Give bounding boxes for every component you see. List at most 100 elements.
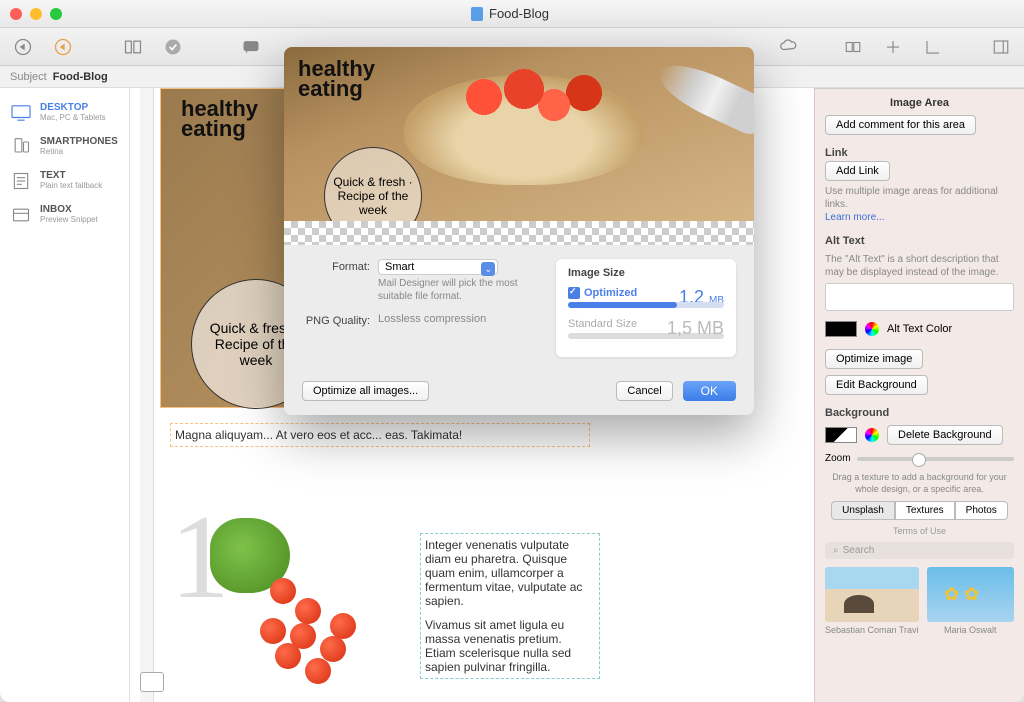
bg-section-label: Background [815,401,1024,421]
chevron-down-icon: ⌄ [484,264,492,275]
tomato-icon [305,658,331,684]
device-label: DESKTOP [40,102,106,113]
toolbar-check-icon[interactable] [160,35,186,59]
search-icon: ⌕ [833,545,839,556]
delete-background-button[interactable]: Delete Background [887,425,1003,445]
alt-help-text: The "Alt Text" is a short description th… [825,253,1014,279]
color-wheel-icon[interactable] [865,428,879,442]
window-title: Food-Blog [62,6,958,21]
traffic-lights[interactable] [10,8,62,20]
titlebar: Food-Blog [0,0,1024,28]
check-icon [568,287,580,299]
device-panel: DESKTOPMac, PC & Tablets SMARTPHONESReti… [0,66,130,702]
toolbar-cloud-icon[interactable] [776,35,802,59]
right-text-column[interactable]: Integer venenatis vulputate diam eu phar… [420,533,600,679]
alt-text-input[interactable] [825,283,1014,311]
thumb-image [927,567,1014,622]
optimize-all-button[interactable]: Optimize all images... [302,381,429,401]
bg-source-tabs: Unsplash Textures Photos [815,499,1024,522]
maximize-icon[interactable] [50,8,62,20]
transparency-grid [284,221,754,245]
tomato-icon [270,578,296,604]
color-wheel-icon[interactable] [865,322,879,336]
document-icon [471,7,483,21]
vegetable-image[interactable] [200,518,400,698]
paragraph: Vivamus sit amet ligula eu massa venenat… [425,618,595,674]
image-size-card: Image Size 1,2 MB Optimized 1,5 MB Stand… [556,259,736,357]
toolbar-align-icon[interactable] [840,35,866,59]
png-quality-value: Lossless compression [378,313,486,325]
device-sub: Preview Snippet [40,215,98,224]
standard-size: 1,5 MB [667,318,724,339]
drag-help-text: Drag a texture to add a background for y… [815,468,1024,499]
tab-photos[interactable]: Photos [955,501,1008,520]
optimize-image-button[interactable]: Optimize image [825,349,923,369]
device-sub: Mac, PC & Tablets [40,113,106,122]
ruler [140,88,154,702]
toolbar-send-icon[interactable] [10,35,36,59]
toolbar-layout-icon[interactable] [120,35,146,59]
toolbar-comment-icon[interactable] [238,35,264,59]
optimized-label: Optimized [568,287,679,299]
link-help-text: Use multiple image areas for additional … [825,185,1014,211]
learn-more-link[interactable]: Learn more... [825,212,884,223]
toolbar-inspector-icon[interactable] [988,35,1014,59]
tomato-icon [320,636,346,662]
alt-color-swatch[interactable] [825,321,857,337]
subject-value[interactable]: Food-Blog [53,71,108,83]
terms-link[interactable]: Terms of Use [815,522,1024,540]
thumb-label: Sebastian Coman Travi [825,622,919,635]
close-icon[interactable] [10,8,22,20]
spoon-illustration [651,54,754,141]
hero-title: healthyeating [181,99,258,139]
device-phones[interactable]: SMARTPHONESRetina [0,130,129,164]
ok-button[interactable]: OK [683,381,736,401]
toolbar-test-icon[interactable] [50,35,76,59]
toolbar-add-icon[interactable] [880,35,906,59]
window-title-text: Food-Blog [489,6,549,21]
tomato-icon [275,643,301,669]
subject-label: Subject [10,71,47,83]
device-inbox[interactable]: INBOXPreview Snippet [0,198,129,232]
minimize-icon[interactable] [30,8,42,20]
cancel-button[interactable]: Cancel [616,381,672,401]
add-link-button[interactable]: Add Link [825,161,890,181]
bg-swatch[interactable] [825,427,857,443]
paragraph: Integer venenatis vulputate diam eu phar… [425,538,595,608]
tomato-icon [330,613,356,639]
zoom-label: Zoom [825,453,851,464]
text-icon [10,170,32,192]
lorem-text-block[interactable]: Magna aliquyam... At vero eos et acc... … [170,423,590,447]
bg-thumb-1[interactable]: Sebastian Coman Travi [825,567,919,635]
link-section-label: Link [815,141,1024,161]
image-size-title: Image Size [568,267,724,279]
inspector-panel: Contents Style Teamwork Image Area Add c… [814,66,1024,702]
device-sub: Retina [40,147,118,156]
device-text[interactable]: TEXTPlain text fallback [0,164,129,198]
inbox-icon [10,204,32,226]
add-comment-button[interactable]: Add comment for this area [825,115,976,135]
device-desktop[interactable]: DESKTOPMac, PC & Tablets [0,96,129,130]
modal-preview-image: healthyeating Quick & fresh · Recipe of … [284,47,754,245]
tab-unsplash[interactable]: Unsplash [831,501,895,520]
thumb-label: Maria Oswalt [927,622,1014,635]
device-label: SMARTPHONES [40,136,118,147]
alt-section-label: Alt Text [815,229,1024,249]
format-select[interactable]: Smart⌄ [378,259,498,275]
search-placeholder: Search [843,545,875,556]
tomato-icon [295,598,321,624]
optimize-image-dialog: healthyeating Quick & fresh · Recipe of … [284,47,754,415]
edit-background-button[interactable]: Edit Background [825,375,928,395]
format-help: Mail Designer will pick the most suitabl… [378,275,536,303]
tab-textures[interactable]: Textures [895,501,955,520]
toast-illustration [404,75,644,185]
zoom-slider[interactable] [857,457,1014,461]
bg-thumb-2[interactable]: Maria Oswalt [927,567,1014,635]
device-sub: Plain text fallback [40,181,102,190]
search-input[interactable]: ⌕ Search [825,542,1014,559]
tomato-icon [260,618,286,644]
device-label: INBOX [40,204,98,215]
optimized-bar [568,302,724,308]
layout-toggle-icon[interactable] [140,672,164,692]
toolbar-corner-icon[interactable] [920,35,946,59]
